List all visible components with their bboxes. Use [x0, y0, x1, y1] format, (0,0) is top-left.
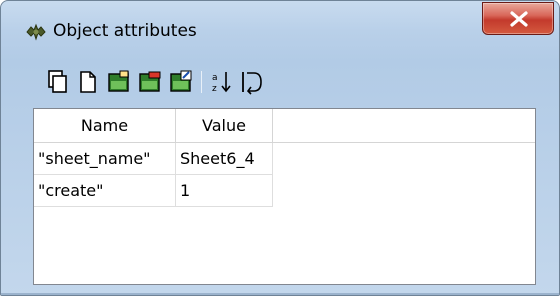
edit-attribute-icon	[170, 70, 192, 92]
toolbar-separator	[201, 71, 202, 93]
new-button[interactable]	[76, 69, 100, 95]
copy-button[interactable]	[45, 69, 69, 95]
column-header-name[interactable]: Name	[34, 109, 176, 143]
new-document-icon	[80, 71, 96, 93]
app-icon	[25, 23, 47, 41]
add-attribute-button[interactable]	[107, 69, 131, 95]
attributes-table[interactable]: Name Value "sheet_name" Sheet6_4 "create…	[33, 108, 536, 285]
edit-attribute-button[interactable]	[169, 69, 193, 95]
table-cell-name[interactable]: "create"	[34, 175, 176, 207]
table-cell-name[interactable]: "sheet_name"	[34, 143, 176, 175]
refresh-button[interactable]	[240, 69, 264, 95]
svg-text:a: a	[212, 73, 218, 83]
table-cell-value[interactable]: 1	[176, 175, 273, 207]
sort-button[interactable]: a z	[209, 69, 233, 95]
table-cell-value[interactable]: Sheet6_4	[176, 143, 273, 175]
refresh-icon	[242, 72, 262, 95]
sort-az-icon: a z	[212, 72, 231, 94]
title-bar[interactable]: Object attributes	[1, 1, 559, 61]
close-button[interactable]	[482, 2, 554, 35]
column-header-filler	[273, 109, 535, 143]
remove-attribute-button[interactable]	[138, 69, 162, 95]
close-icon	[510, 11, 528, 27]
toolbar: a z	[35, 69, 535, 99]
remove-attribute-icon	[139, 71, 161, 92]
add-attribute-icon	[108, 70, 129, 92]
column-header-value[interactable]: Value	[176, 109, 273, 143]
object-attributes-window: Object attributes a z Name Value "sheet_…	[0, 0, 560, 296]
svg-text:z: z	[212, 84, 217, 94]
copy-icon	[48, 70, 67, 93]
window-title: Object attributes	[53, 21, 197, 41]
